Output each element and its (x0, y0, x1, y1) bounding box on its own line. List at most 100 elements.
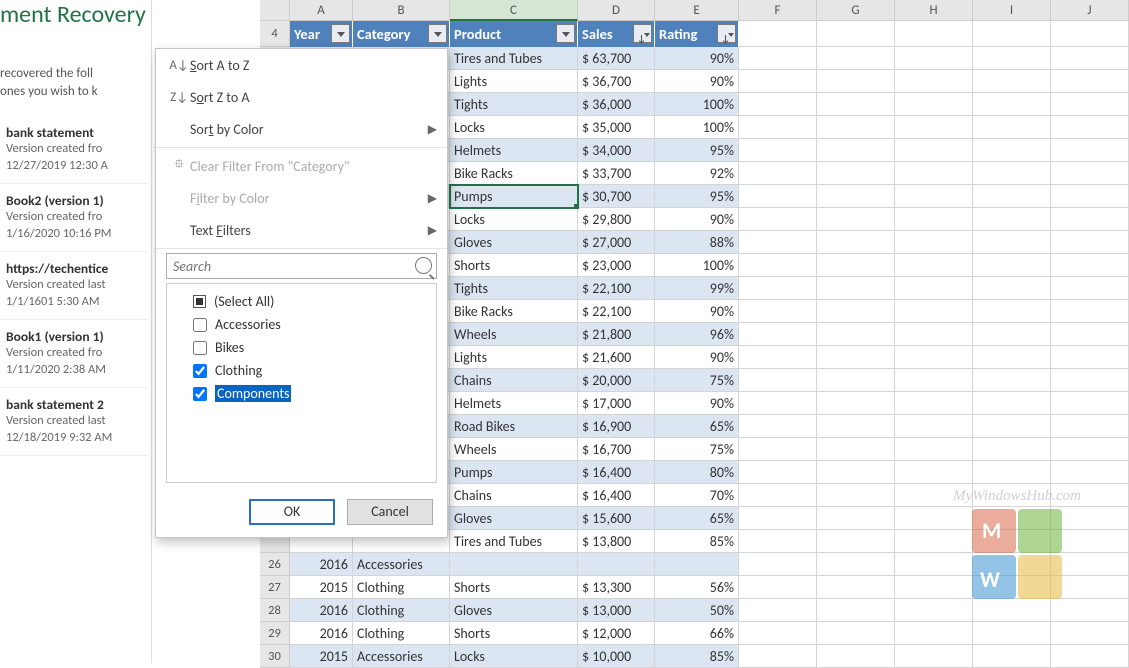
cell-sales[interactable]: $ 35,000 (578, 116, 655, 139)
cell-product[interactable]: Shorts (450, 254, 578, 277)
sort-z-to-a[interactable]: Z↓ Sort Z to A (156, 81, 447, 113)
search-input[interactable] (167, 254, 436, 278)
cell-product[interactable]: Pumps (450, 461, 578, 484)
cell-rating[interactable]: 75% (655, 438, 739, 461)
filter-checkbox[interactable] (193, 364, 207, 378)
filter-dropdown-icon[interactable] (556, 24, 575, 43)
cell-sales[interactable] (578, 553, 655, 576)
cell-sales[interactable]: $ 34,000 (578, 139, 655, 162)
cell-rating[interactable]: 70% (655, 484, 739, 507)
column-header-F[interactable]: F (739, 0, 817, 21)
filter-option[interactable]: Clothing (175, 359, 428, 382)
row-number[interactable]: 27 (260, 576, 290, 599)
sort-by-color[interactable]: Sort by Color ▶ (156, 113, 447, 145)
cell-sales[interactable]: $ 22,100 (578, 300, 655, 323)
cell-product[interactable]: Locks (450, 208, 578, 231)
cell-rating[interactable]: 100% (655, 93, 739, 116)
cell-sales[interactable]: $ 17,000 (578, 392, 655, 415)
column-header-E[interactable]: E (655, 0, 739, 21)
cell-rating[interactable]: 66% (655, 622, 739, 645)
cell-product[interactable]: Chains (450, 484, 578, 507)
recovery-item[interactable]: Book2 (version 1) Version created fro 1/… (0, 184, 148, 252)
cell-year[interactable]: 2015 (290, 576, 353, 599)
cell-product[interactable]: Lights (450, 70, 578, 93)
cell-sales[interactable]: $ 27,000 (578, 231, 655, 254)
cell-sales[interactable]: $ 16,700 (578, 438, 655, 461)
filter-dropdown-icon[interactable] (428, 24, 447, 43)
column-header-A[interactable]: A (290, 0, 353, 21)
cell-year[interactable]: 2015 (290, 645, 353, 668)
cell-product[interactable]: Tights (450, 277, 578, 300)
cell-rating[interactable]: 95% (655, 139, 739, 162)
filter-values-tree[interactable]: (Select All) AccessoriesBikesClothingCom… (166, 283, 437, 483)
cell-rating[interactable]: 80% (655, 461, 739, 484)
cell-sales[interactable]: $ 30,700 (578, 185, 655, 208)
text-filters[interactable]: Text Filters ▶ (156, 214, 447, 246)
header-sales[interactable]: Sales (578, 21, 655, 47)
cell-rating[interactable]: 100% (655, 254, 739, 277)
cell-rating[interactable]: 88% (655, 231, 739, 254)
row-number[interactable]: 26 (260, 553, 290, 576)
cell-sales[interactable]: $ 36,000 (578, 93, 655, 116)
cell-sales[interactable]: $ 13,000 (578, 599, 655, 622)
cell-rating[interactable]: 75% (655, 369, 739, 392)
cell-rating[interactable]: 65% (655, 507, 739, 530)
cell-sales[interactable]: $ 23,000 (578, 254, 655, 277)
cell-product[interactable] (450, 553, 578, 576)
cell-product[interactable]: Locks (450, 116, 578, 139)
select-all-corner[interactable] (260, 0, 290, 21)
cell-rating[interactable]: 56% (655, 576, 739, 599)
cell-category[interactable]: Clothing (353, 599, 450, 622)
cell-rating[interactable]: 92% (655, 162, 739, 185)
cell-sales[interactable]: $ 29,800 (578, 208, 655, 231)
column-header-C[interactable]: C (450, 0, 578, 21)
cell-product[interactable]: Gloves (450, 507, 578, 530)
cell-product[interactable]: Bike Racks (450, 162, 578, 185)
cell-category[interactable]: Accessories (353, 553, 450, 576)
filter-option[interactable]: Components (175, 382, 428, 405)
cell-year[interactable]: 2016 (290, 599, 353, 622)
column-header-D[interactable]: D (578, 0, 655, 21)
column-header-I[interactable]: I (973, 0, 1051, 21)
column-header-G[interactable]: G (817, 0, 895, 21)
cell-product[interactable]: Chains (450, 369, 578, 392)
cell-product[interactable]: Helmets (450, 139, 578, 162)
cell-product[interactable]: Locks (450, 645, 578, 668)
filter-checkbox[interactable] (193, 318, 207, 332)
cell-product[interactable]: Shorts (450, 576, 578, 599)
row-number[interactable]: 29 (260, 622, 290, 645)
cell-rating[interactable]: 50% (655, 599, 739, 622)
recovery-item[interactable]: bank statement 2 Version created last 12… (0, 388, 148, 456)
cancel-button[interactable]: Cancel (347, 499, 433, 525)
cell-rating[interactable]: 85% (655, 530, 739, 553)
cell-sales[interactable]: $ 16,900 (578, 415, 655, 438)
cell-rating[interactable]: 90% (655, 392, 739, 415)
cell-rating[interactable]: 65% (655, 415, 739, 438)
cell-sales[interactable]: $ 33,700 (578, 162, 655, 185)
cell-product[interactable]: Gloves (450, 231, 578, 254)
cell-sales[interactable]: $ 22,100 (578, 277, 655, 300)
cell-sales[interactable]: $ 15,600 (578, 507, 655, 530)
cell-rating[interactable]: 85% (655, 645, 739, 668)
filter-sort-dropdown-icon[interactable] (717, 24, 736, 43)
cell-rating[interactable]: 96% (655, 323, 739, 346)
cell-product[interactable]: Wheels (450, 323, 578, 346)
cell-rating[interactable]: 90% (655, 346, 739, 369)
header-product[interactable]: Product (450, 21, 578, 47)
filter-option[interactable]: Bikes (175, 336, 428, 359)
cell-product[interactable]: Tires and Tubes (450, 47, 578, 70)
filter-select-all[interactable]: (Select All) (175, 290, 428, 313)
sort-a-to-z[interactable]: A↓ Sort A to Z (156, 49, 447, 81)
row-number[interactable]: 28 (260, 599, 290, 622)
cell-sales[interactable]: $ 21,800 (578, 323, 655, 346)
cell-rating[interactable]: 95% (655, 185, 739, 208)
cell-sales[interactable]: $ 21,600 (578, 346, 655, 369)
cell-sales[interactable]: $ 20,000 (578, 369, 655, 392)
cell-sales[interactable]: $ 13,300 (578, 576, 655, 599)
cell-year[interactable]: 2016 (290, 553, 353, 576)
ok-button[interactable]: OK (249, 499, 335, 525)
cell-product[interactable]: Wheels (450, 438, 578, 461)
header-year[interactable]: Year (290, 21, 353, 47)
cell-sales[interactable]: $ 16,400 (578, 484, 655, 507)
filter-option[interactable]: Accessories (175, 313, 428, 336)
